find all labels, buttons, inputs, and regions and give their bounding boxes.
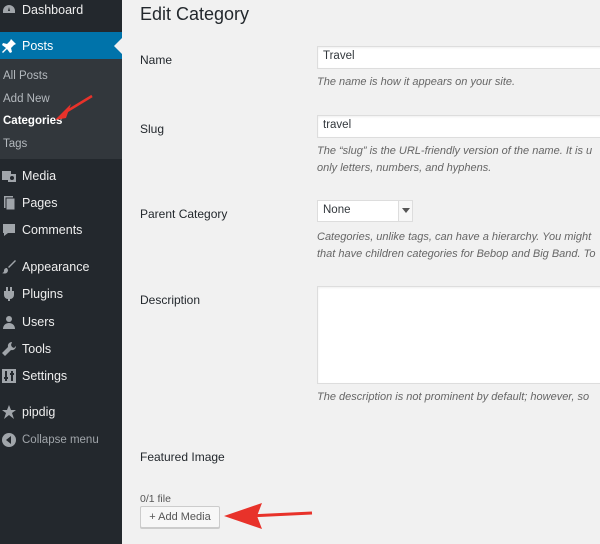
posts-submenu: All Posts Add New Categories Tags [0, 59, 122, 159]
menu-users-label: Users [22, 315, 55, 329]
chevron-down-icon [398, 201, 412, 221]
menu-comments[interactable]: Comments [0, 216, 122, 244]
collapse-icon [1, 432, 17, 448]
media-icon [1, 168, 17, 184]
pin-icon [1, 38, 17, 54]
settings-icon [1, 368, 17, 384]
name-input[interactable]: Travel [317, 46, 600, 69]
menu-settings[interactable]: Settings [0, 362, 122, 390]
menu-posts-label: Posts [22, 39, 54, 53]
user-icon [1, 314, 17, 330]
comment-icon [1, 222, 17, 238]
parent-category-value: None [323, 204, 351, 216]
submenu-all-posts[interactable]: All Posts [3, 70, 48, 82]
description-label: Description [140, 293, 201, 307]
slug-input[interactable]: travel [317, 115, 600, 138]
star-icon [1, 404, 17, 420]
menu-comments-label: Comments [22, 223, 83, 237]
wrench-icon [1, 341, 17, 357]
admin-sidebar: Dashboard Posts All Posts Add New Catego… [0, 0, 122, 544]
name-label: Name [140, 53, 173, 67]
plugin-icon [1, 286, 17, 302]
slug-label: Slug [140, 122, 165, 136]
menu-media-label: Media [22, 169, 57, 183]
menu-pages-label: Pages [22, 196, 58, 210]
parent-category-label: Parent Category [140, 207, 228, 221]
collapse-menu-button[interactable]: Collapse menu [0, 426, 122, 454]
add-media-button[interactable]: + Add Media [140, 506, 220, 528]
dashboard-icon [1, 2, 17, 18]
slug-description-line-1: The “slug” is the URL-friendly version o… [317, 145, 593, 157]
menu-posts[interactable]: Posts [0, 32, 122, 60]
description-help: The description is not prominent by defa… [317, 391, 590, 403]
collapse-menu-label: Collapse menu [22, 434, 99, 446]
featured-image-label: Featured Image [140, 450, 225, 464]
description-textarea[interactable] [317, 286, 600, 384]
menu-pages[interactable]: Pages [0, 189, 122, 217]
menu-plugins[interactable]: Plugins [0, 280, 122, 308]
parent-description-line-2: that have children categories for Bebop … [317, 248, 596, 260]
pages-icon [1, 195, 17, 211]
menu-dashboard[interactable]: Dashboard [0, 0, 122, 24]
menu-tools-label: Tools [22, 342, 52, 356]
menu-pipdig[interactable]: pipdig [0, 398, 122, 426]
menu-dashboard-label: Dashboard [22, 3, 84, 17]
parent-description-line-1: Categories, unlike tags, can have a hier… [317, 231, 592, 243]
parent-category-select[interactable]: None [317, 200, 413, 222]
menu-tools[interactable]: Tools [0, 335, 122, 363]
menu-appearance[interactable]: Appearance [0, 253, 122, 281]
menu-plugins-label: Plugins [22, 287, 63, 301]
file-count: 0/1 file [140, 493, 171, 505]
page-title: Edit Category [140, 4, 250, 24]
slug-description-line-2: only letters, numbers, and hyphens. [317, 162, 492, 174]
menu-users[interactable]: Users [0, 308, 122, 336]
paintbrush-icon [1, 259, 17, 275]
submenu-add-new[interactable]: Add New [3, 93, 50, 105]
submenu-tags[interactable]: Tags [3, 138, 27, 150]
main-content: Edit Category Name Travel The name is ho… [122, 0, 600, 544]
name-description: The name is how it appears on your site. [317, 76, 516, 88]
menu-media[interactable]: Media [0, 162, 122, 190]
menu-appearance-label: Appearance [22, 260, 90, 274]
submenu-categories[interactable]: Categories [3, 115, 62, 127]
menu-settings-label: Settings [22, 369, 68, 383]
menu-pipdig-label: pipdig [22, 405, 56, 419]
